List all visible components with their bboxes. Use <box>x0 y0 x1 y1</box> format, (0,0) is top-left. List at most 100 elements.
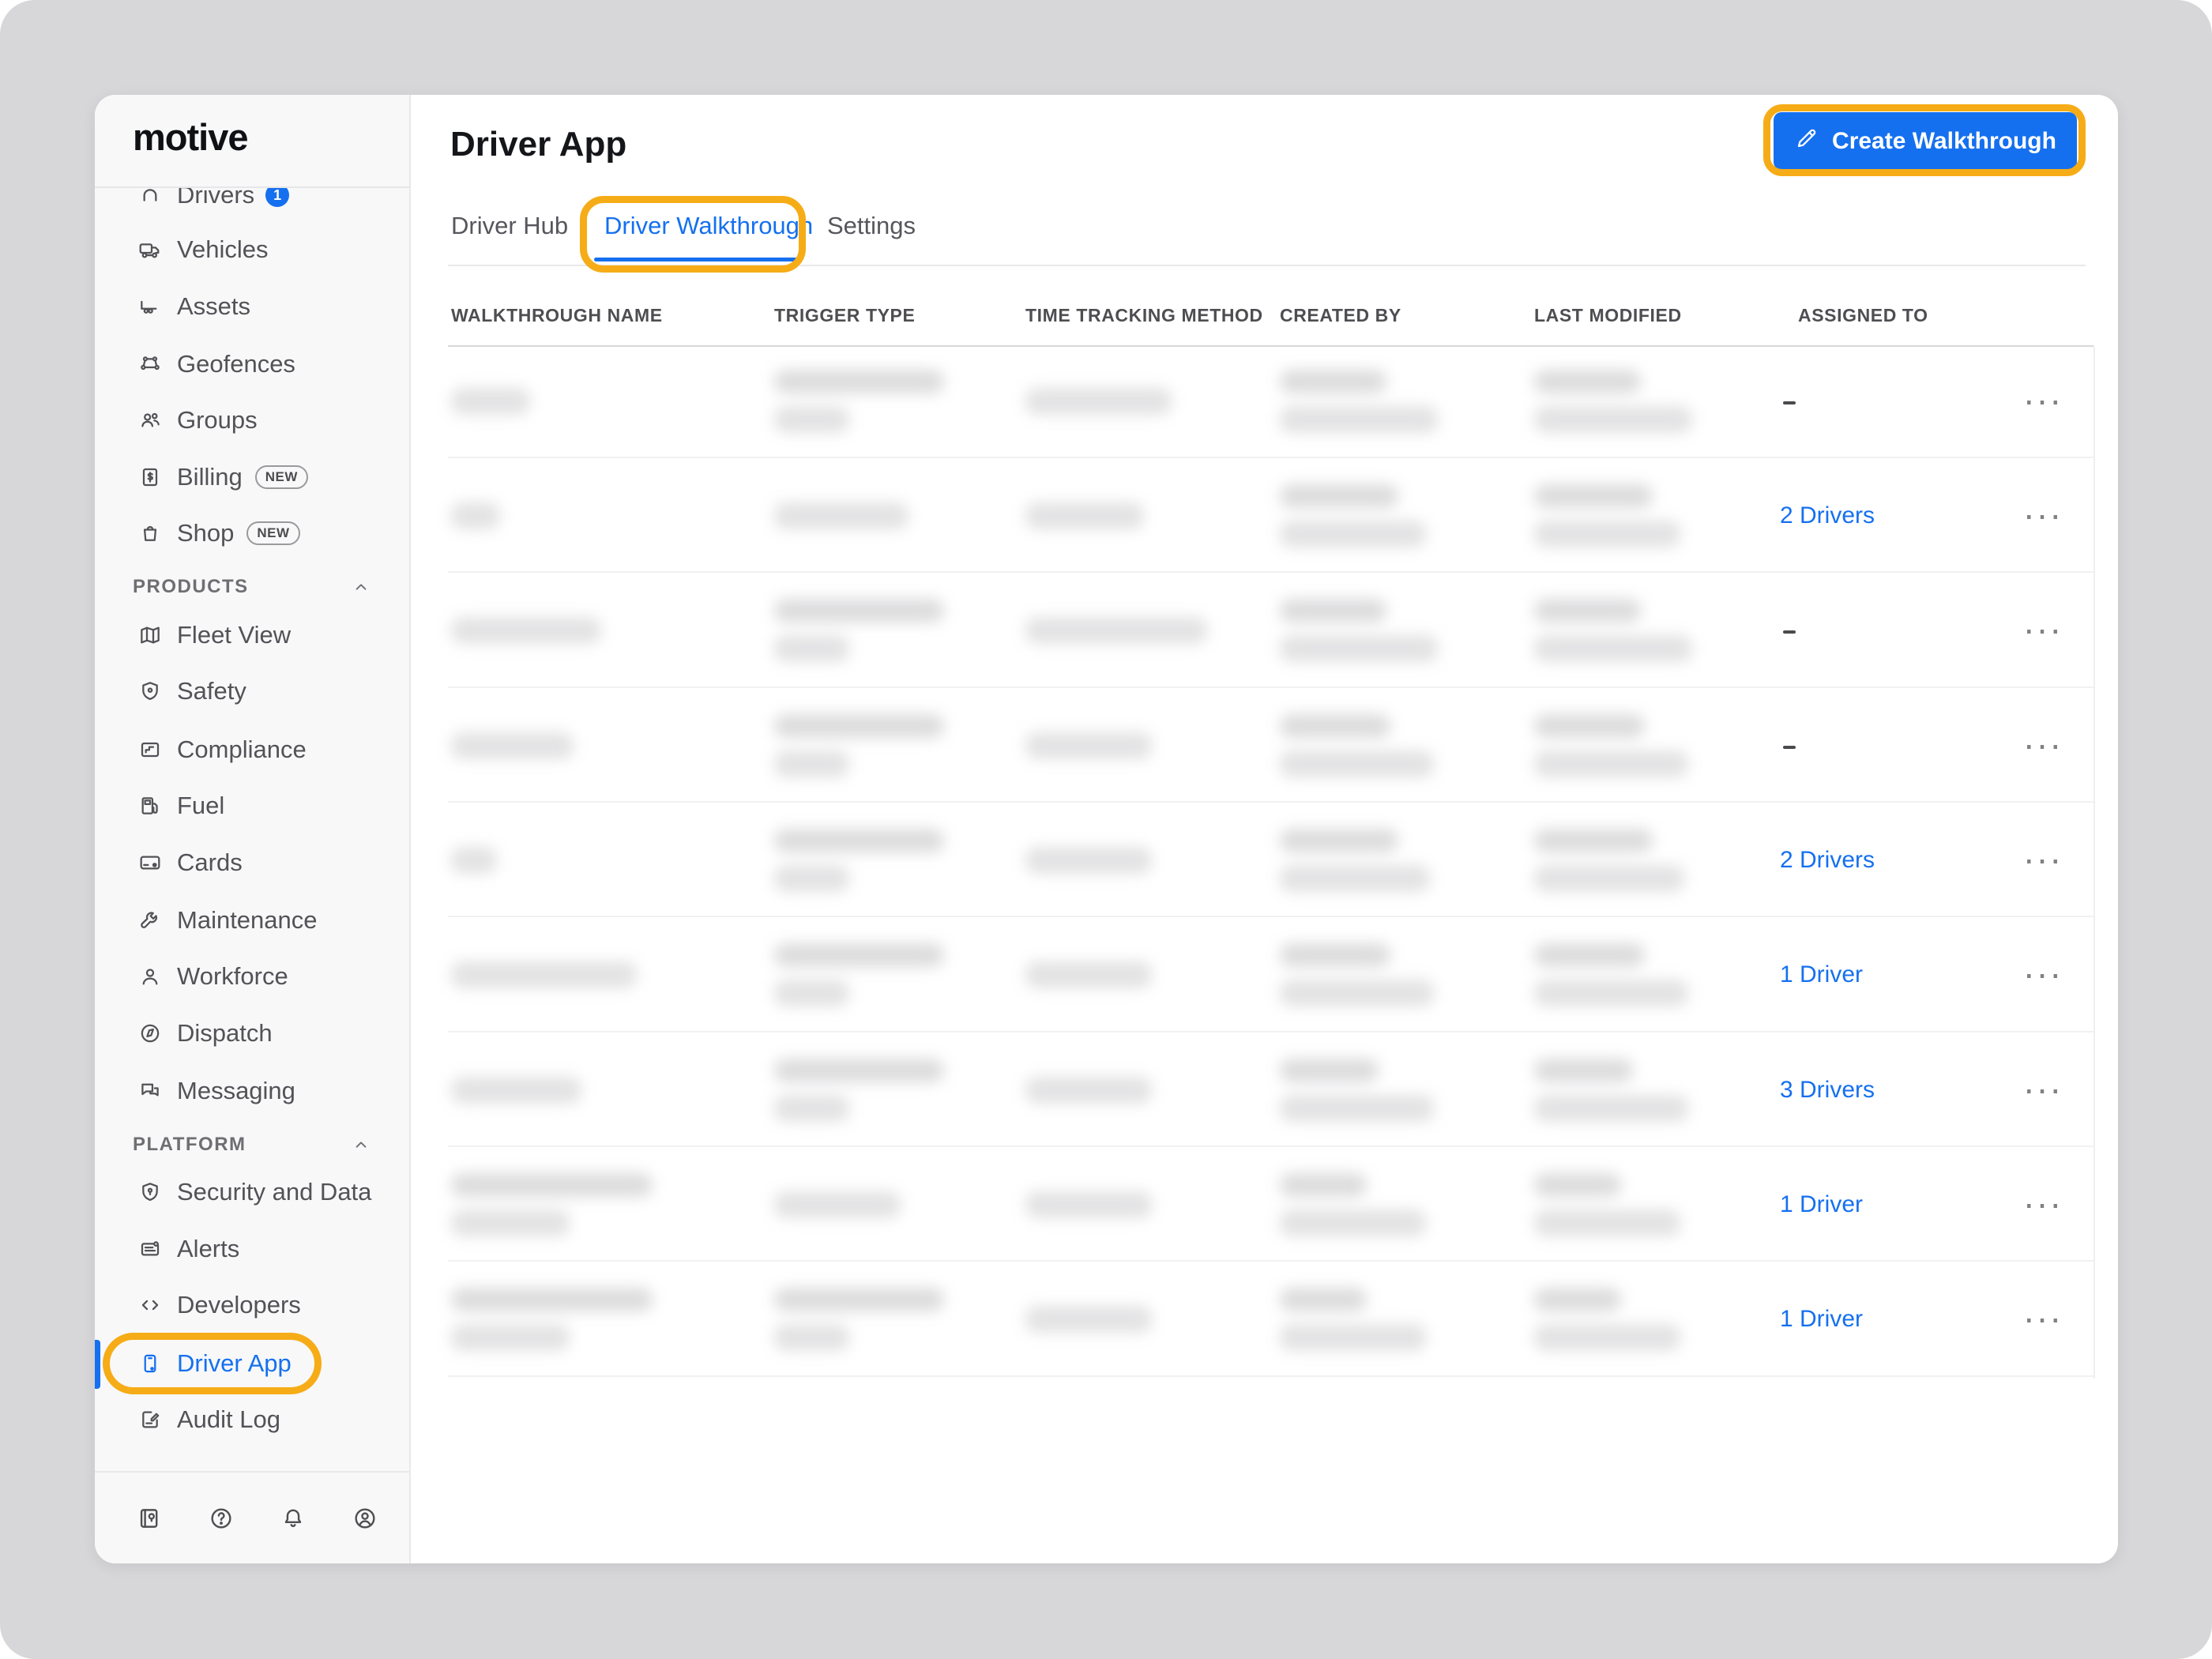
redacted-cell-trigger <box>774 1034 944 1146</box>
sidebar-item-safety[interactable]: Safety <box>95 666 409 717</box>
sidebar-item-fuel[interactable]: Fuel <box>95 781 409 831</box>
row-menu-button[interactable]: ... <box>2008 346 2079 457</box>
sidebar-item-maintenance[interactable]: Maintenance <box>95 895 409 946</box>
sidebar-item-label: Dispatch <box>177 1019 273 1048</box>
chevron-up-icon[interactable] <box>351 1134 371 1155</box>
sidebar-item-shop[interactable]: ShopNEW <box>95 508 409 559</box>
geofences-icon <box>137 352 163 377</box>
sidebar-item-audit-log[interactable]: Audit Log <box>95 1394 409 1445</box>
blurred-text-blob <box>1280 750 1434 777</box>
assigned-drivers-link[interactable]: 3 Drivers <box>1780 1034 1875 1146</box>
row-menu-button[interactable]: ... <box>2008 574 2079 687</box>
notifications-icon[interactable] <box>280 1505 307 1532</box>
cards-icon <box>137 850 163 875</box>
drivers-icon <box>137 188 163 208</box>
sidebar-item-groups[interactable]: Groups <box>95 395 409 446</box>
sidebar-item-geofences[interactable]: Geofences <box>95 339 409 389</box>
sidebar-item-label: Drivers <box>177 188 254 209</box>
sidebar-item-fleet-view[interactable]: Fleet View <box>95 610 409 660</box>
table-row: ... <box>448 690 2094 803</box>
row-menu-button[interactable]: ... <box>2008 1149 2079 1260</box>
blurred-text-blob <box>1025 961 1152 988</box>
sidebar-section-label: PRODUCTS <box>133 576 249 598</box>
blurred-text-blob <box>451 1077 581 1104</box>
sidebar-item-compliance[interactable]: Compliance <box>95 724 409 775</box>
sidebar-item-billing[interactable]: BillingNEW <box>95 452 409 502</box>
row-menu-button[interactable]: ... <box>2008 919 2079 1031</box>
blurred-text-blob <box>451 617 601 644</box>
blurred-text-blob <box>1280 865 1430 892</box>
blurred-text-blob <box>1025 1077 1152 1104</box>
sidebar-section-label: PLATFORM <box>133 1134 246 1156</box>
blurred-text-blob <box>1280 521 1426 547</box>
blurred-text-blob <box>1534 1173 1621 1197</box>
sidebar-item-vehicles[interactable]: Vehicles <box>95 224 409 275</box>
sidebar-item-developers[interactable]: Developers <box>95 1280 409 1330</box>
assigned-drivers-link[interactable]: 2 Drivers <box>1780 804 1875 916</box>
blurred-text-blob <box>1534 750 1688 777</box>
row-menu-button[interactable]: ... <box>2008 460 2079 571</box>
sidebar-item-workforce[interactable]: Workforce <box>95 951 409 1002</box>
blurred-text-blob <box>451 502 500 529</box>
blurred-text-blob <box>1534 635 1692 662</box>
blurred-text-blob <box>1280 1288 1367 1311</box>
sidebar-item-assets[interactable]: Assets <box>95 281 409 332</box>
sidebar-item-cards[interactable]: Cards <box>95 837 409 888</box>
blurred-text-blob <box>451 847 497 874</box>
account-icon[interactable] <box>352 1505 378 1532</box>
sidebar-item-label: Audit Log <box>177 1405 280 1434</box>
billing-icon <box>137 465 163 490</box>
blurred-text-blob <box>1280 1173 1367 1197</box>
tab-driver-hub[interactable]: Driver Hub <box>451 212 568 240</box>
sidebar-item-security-and-data[interactable]: Security and Data <box>95 1167 409 1217</box>
motive-logo: motive <box>133 115 248 159</box>
sidebar: motive Drivers1 Vehicles Assets Geofence… <box>95 95 411 1563</box>
blurred-text-blob <box>1534 943 1645 967</box>
row-menu-button[interactable]: ... <box>2008 1034 2079 1146</box>
sidebar-item-alerts[interactable]: Alerts <box>95 1224 409 1274</box>
blurred-text-blob <box>1534 714 1645 738</box>
blurred-text-blob <box>774 1095 849 1122</box>
security-icon <box>137 1179 163 1205</box>
sidebar-item-dispatch[interactable]: Dispatch <box>95 1008 409 1059</box>
ellipsis-icon: ... <box>2024 371 2063 413</box>
column-header-walkthrough-name: WALKTHROUGH NAME <box>451 305 663 326</box>
redacted-cell-created <box>1280 1034 1434 1146</box>
create-walkthrough-button[interactable]: Create Walkthrough <box>1774 112 2077 170</box>
tab-settings[interactable]: Settings <box>827 212 916 240</box>
assigned-drivers-link[interactable]: 1 Driver <box>1780 919 1863 1031</box>
redacted-cell-created <box>1280 574 1438 687</box>
blurred-text-blob <box>1534 521 1680 547</box>
sidebar-item-label: Alerts <box>177 1235 239 1263</box>
redacted-cell-time <box>1025 1263 1152 1375</box>
blurred-text-blob <box>1280 599 1386 623</box>
ellipsis-icon: ... <box>2024 830 2063 872</box>
redacted-cell-modified <box>1534 1034 1688 1146</box>
table-row: ... <box>448 346 2094 458</box>
sidebar-item-label: Messaging <box>177 1077 295 1105</box>
sidebar-item-drivers[interactable]: Drivers1 <box>95 188 409 220</box>
directory-icon[interactable] <box>136 1505 163 1532</box>
row-menu-button[interactable]: ... <box>2008 690 2079 801</box>
redacted-cell-time <box>1025 919 1152 1031</box>
row-menu-button[interactable]: ... <box>2008 804 2079 916</box>
blurred-text-blob <box>1280 980 1434 1006</box>
sidebar-item-messaging[interactable]: Messaging <box>95 1066 409 1116</box>
audit-log-icon <box>137 1407 163 1432</box>
tab-driver-walkthrough[interactable]: Driver Walkthrough <box>604 212 813 240</box>
assigned-drivers-link[interactable]: 1 Driver <box>1780 1263 1863 1375</box>
sidebar-item-driver-app[interactable]: Driver App <box>95 1338 409 1389</box>
assigned-drivers-link[interactable]: 1 Driver <box>1780 1149 1863 1260</box>
column-header-created-by: CREATED BY <box>1280 305 1401 326</box>
blurred-text-blob <box>1025 617 1207 644</box>
row-menu-button[interactable]: ... <box>2008 1263 2079 1375</box>
redacted-cell-created <box>1280 690 1434 801</box>
blurred-text-blob <box>1534 370 1641 393</box>
chevron-up-icon[interactable] <box>351 577 371 597</box>
help-icon[interactable] <box>208 1505 235 1532</box>
sidebar-section-products[interactable]: PRODUCTS <box>95 568 409 606</box>
sidebar-section-platform[interactable]: PLATFORM <box>95 1126 409 1164</box>
redacted-cell-trigger <box>774 690 944 801</box>
blurred-text-blob <box>1280 484 1398 508</box>
assigned-drivers-link[interactable]: 2 Drivers <box>1780 460 1875 571</box>
